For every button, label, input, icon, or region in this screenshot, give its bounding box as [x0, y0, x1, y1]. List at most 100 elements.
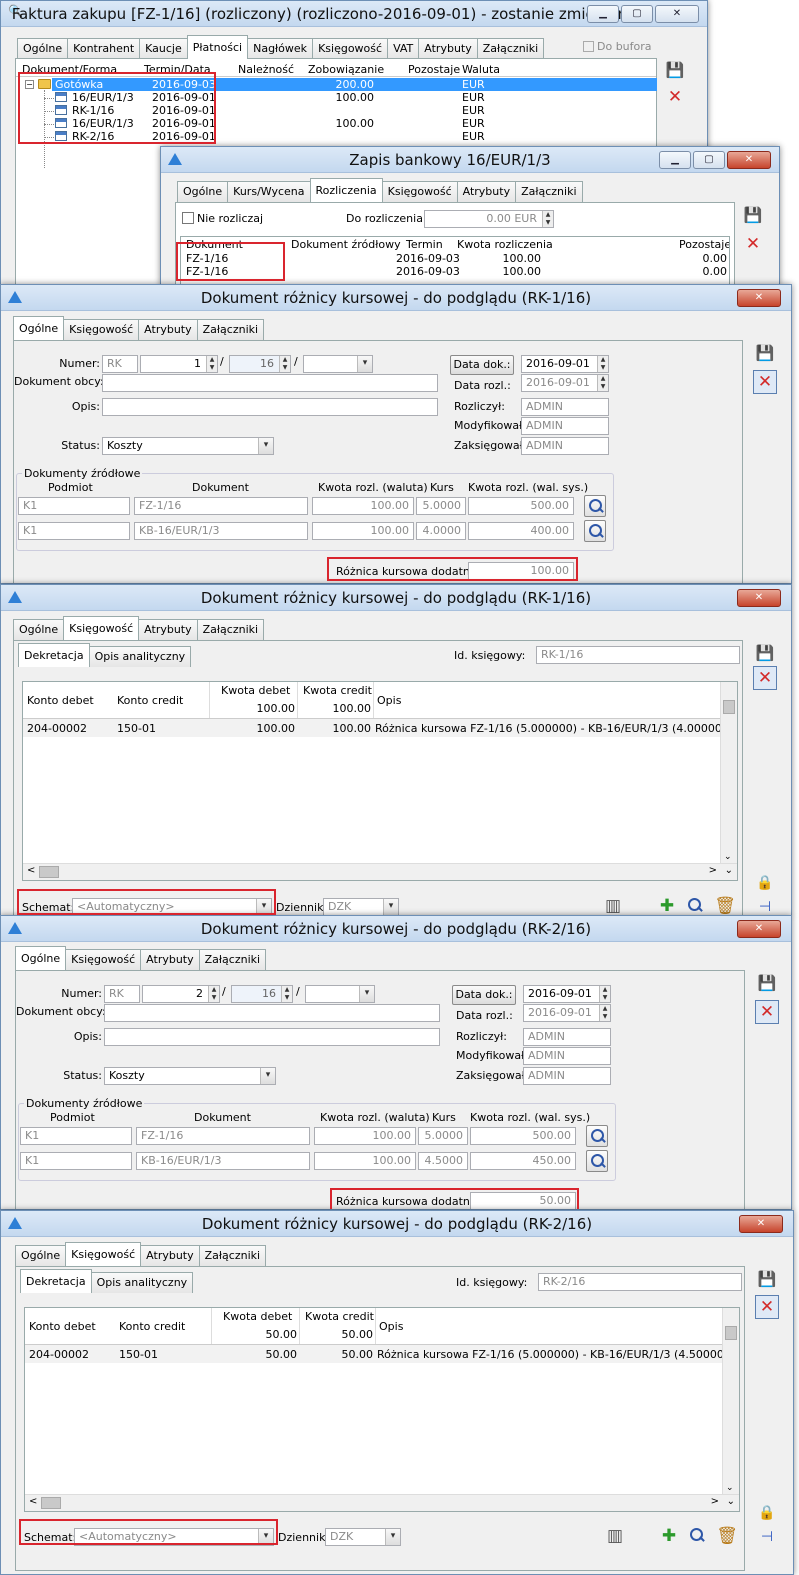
dokument-obcy-input[interactable] [104, 1004, 440, 1022]
close-button[interactable]: ✕ [741, 232, 765, 256]
tab-ksiegowosc[interactable]: Księgowość [312, 38, 389, 59]
col-header[interactable]: Waluta [462, 63, 500, 76]
tab-atrybuty[interactable]: Atrybuty [138, 319, 198, 340]
title-bar[interactable]: Dokument różnicy kursowej - do podglądu … [1, 285, 791, 311]
data-rozl-field[interactable]: 2016-09-01 ▲ ▼ [523, 1004, 611, 1022]
do-bufora-checkbox[interactable]: Do bufora [583, 40, 652, 53]
subtab-opis-analityczny[interactable]: Opis analityczny [90, 1272, 194, 1293]
tab-ksiegowosc[interactable]: Księgowość [65, 949, 142, 970]
tab-ogolne[interactable]: Ogólne [15, 1245, 67, 1266]
close-button[interactable]: ✕ [739, 1215, 783, 1233]
col-header[interactable]: Kwota rozliczenia [457, 238, 553, 251]
col-header[interactable]: Konto debet [27, 694, 94, 707]
preview-button[interactable] [684, 1523, 710, 1549]
lock-button[interactable]: 🔒 [755, 1501, 779, 1525]
close-button[interactable]: ✕ [737, 589, 781, 607]
tab-ogolne[interactable]: Ogólne [177, 181, 229, 202]
minimize-button[interactable]: ▁ [587, 5, 619, 23]
preview-button[interactable] [682, 893, 708, 915]
tab-ogolne[interactable]: Ogólne [13, 316, 65, 340]
save-button[interactable]: 💾 [753, 341, 777, 365]
tab-zalaczniki[interactable]: Załączniki [198, 949, 267, 970]
table-row[interactable]: 204-00002 150-01 50.00 50.00 Różnica kur… [25, 1345, 739, 1363]
vertical-scrollbar[interactable]: ⌄ [720, 682, 737, 864]
tab-kaucje[interactable]: Kaucje [139, 38, 188, 59]
do-rozliczenia-field[interactable]: 0.00 EUR ▲ ▼ [424, 210, 554, 228]
title-bar[interactable]: Dokument różnicy kursowej - do podglądu … [1, 1211, 793, 1237]
delete-button[interactable]: 🗑 [714, 1523, 740, 1549]
chart-button[interactable]: ▥ [600, 893, 626, 915]
tab-ksiegowosc[interactable]: Księgowość [63, 616, 140, 640]
close-button[interactable]: ✕ [655, 5, 699, 23]
maximize-button[interactable]: ▢ [621, 5, 653, 23]
tab-naglowek[interactable]: Nagłówek [247, 38, 314, 59]
title-bar[interactable]: Dokument różnicy kursowej - do podglądu … [1, 916, 791, 942]
close-button[interactable]: ✕ [753, 370, 777, 394]
col-header[interactable]: Termin [406, 238, 443, 251]
opis-input[interactable] [104, 1028, 440, 1046]
opis-input[interactable] [102, 398, 438, 416]
numer-field[interactable]: 2 ▲ ▼ [142, 985, 220, 1003]
col-header[interactable]: Dokument źródłowy [291, 238, 401, 251]
close-button[interactable]: ✕ [755, 1000, 779, 1024]
rok-field[interactable]: 16 ▲ ▼ [229, 355, 291, 373]
dziennik-dropdown[interactable]: DZK ▾ [323, 898, 399, 915]
numer-prefix-field[interactable]: RK [104, 985, 140, 1003]
col-header[interactable]: Konto debet [29, 1320, 96, 1333]
rok-field[interactable]: 16 ▲ ▼ [231, 985, 293, 1003]
magnifier-icon[interactable] [586, 1150, 608, 1172]
save-button[interactable]: 💾 [753, 641, 777, 665]
subtab-opis-analityczny[interactable]: Opis analityczny [88, 646, 192, 667]
magnifier-icon[interactable] [584, 495, 606, 517]
data-dok-button[interactable]: Data dok.: [452, 985, 516, 1005]
status-dropdown[interactable]: Koszty ▾ [102, 437, 274, 455]
seria-dropdown[interactable]: ▾ [303, 355, 373, 373]
save-button[interactable]: 💾 [755, 1267, 779, 1291]
close-button[interactable]: ✕ [663, 85, 687, 109]
tab-atrybuty[interactable]: Atrybuty [456, 181, 517, 202]
dokument-obcy-input[interactable] [102, 374, 438, 392]
col-header[interactable]: Opis [379, 1320, 403, 1333]
close-button[interactable]: ✕ [755, 1295, 779, 1319]
col-header[interactable]: Kwota debet [223, 1310, 292, 1323]
numer-field[interactable]: 1 ▲ ▼ [140, 355, 218, 373]
col-header[interactable]: Opis [377, 694, 401, 707]
numer-prefix-field[interactable]: RK [102, 355, 138, 373]
col-header[interactable]: Należność [238, 63, 294, 76]
seria-dropdown[interactable]: ▾ [305, 985, 375, 1003]
data-dok-button[interactable]: Data dok.: [450, 355, 514, 375]
tab-atrybuty[interactable]: Atrybuty [138, 619, 198, 640]
horizontal-scrollbar[interactable]: < > ⌄ [23, 863, 737, 880]
col-header[interactable]: Pozostaje [679, 238, 729, 251]
add-button[interactable]: ✚ [654, 893, 680, 915]
tab-kontrahent[interactable]: Kontrahent [67, 38, 141, 59]
subtab-dekretacja[interactable]: Dekretacja [18, 643, 90, 667]
save-button[interactable]: 💾 [755, 971, 779, 995]
title-bar[interactable]: 🔍 Faktura zakupu [FZ-1/16] (rozliczony) … [1, 1, 707, 27]
horizontal-scrollbar[interactable]: < > ⌄ [25, 1494, 739, 1511]
nie-rozliczaj-checkbox[interactable]: Nie rozliczaj [182, 212, 263, 225]
tab-vat[interactable]: VAT [387, 38, 420, 59]
tab-kurs-wycena[interactable]: Kurs/Wycena [227, 181, 311, 202]
tab-ksiegowosc[interactable]: Księgowość [381, 181, 458, 202]
close-button[interactable]: ✕ [727, 151, 771, 169]
tab-zalaczniki[interactable]: Załączniki [198, 1245, 267, 1266]
close-button[interactable]: ✕ [737, 920, 781, 938]
tab-ksiegowosc[interactable]: Księgowość [63, 319, 140, 340]
col-header[interactable]: Konto credit [117, 694, 183, 707]
tab-atrybuty[interactable]: Atrybuty [140, 949, 200, 970]
dziennik-dropdown[interactable]: DZK ▾ [325, 1528, 401, 1546]
add-button[interactable]: ✚ [656, 1523, 682, 1549]
col-header[interactable]: Konto credit [119, 1320, 185, 1333]
tab-ogolne[interactable]: Ogólne [13, 619, 65, 640]
lock-button[interactable]: 🔒 [753, 871, 777, 895]
tab-ogolne[interactable]: Ogólne [15, 946, 67, 970]
maximize-button[interactable]: ▢ [693, 151, 725, 169]
tab-ksiegowosc[interactable]: Księgowość [65, 1242, 142, 1266]
delete-button[interactable]: 🗑 [712, 893, 738, 915]
minimize-button[interactable]: ▁ [659, 151, 691, 169]
data-dok-field[interactable]: 2016-09-01 ▲ ▼ [523, 985, 611, 1003]
magnifier-icon[interactable] [584, 520, 606, 542]
close-button[interactable]: ✕ [737, 289, 781, 307]
tab-zalaczniki[interactable]: Załączniki [196, 619, 265, 640]
